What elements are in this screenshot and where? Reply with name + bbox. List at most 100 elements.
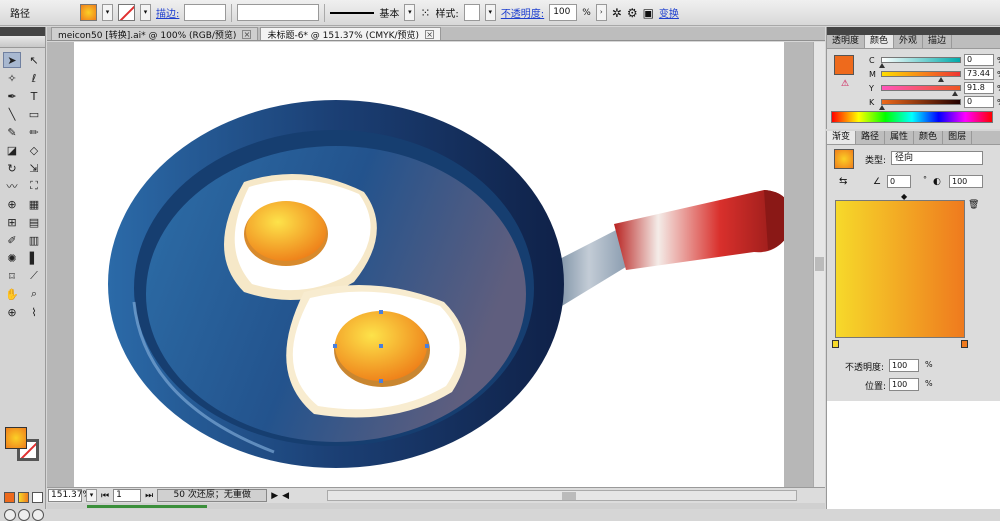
tab-paths[interactable]: 路径 xyxy=(856,131,886,144)
cyan-value[interactable]: 0 xyxy=(964,54,994,66)
vertical-scroll-thumb[interactable] xyxy=(815,257,824,271)
perspective-grid-tool-icon[interactable]: ▦ xyxy=(25,196,43,212)
tab-appearance[interactable]: 外观 xyxy=(894,35,924,48)
stroke-link[interactable]: 描边: xyxy=(156,5,179,20)
transform-link[interactable]: 变换 xyxy=(659,5,679,20)
blend-tool-icon[interactable]: ▥ xyxy=(25,232,43,248)
tab-stroke[interactable]: 描边 xyxy=(923,35,953,48)
rectangle-tool-icon[interactable]: ▭ xyxy=(25,106,43,122)
close-icon[interactable]: × xyxy=(242,29,252,39)
type-tool-icon[interactable]: T xyxy=(25,88,43,104)
out-of-gamut-icon[interactable]: ⚠ xyxy=(841,79,849,89)
fill-dropdown-icon[interactable]: ▾ xyxy=(102,4,113,21)
reverse-gradient-icon[interactable]: ⇆ xyxy=(839,176,847,187)
tab-document-1[interactable]: meicon50 [转换].ai* @ 100% (RGB/预览) × xyxy=(51,27,259,41)
vertical-scrollbar[interactable] xyxy=(813,42,825,487)
zoom-field[interactable]: 151.37% xyxy=(48,489,91,502)
stroke-weight-field[interactable] xyxy=(184,4,227,21)
zoom-dropdown-icon[interactable]: ▾ xyxy=(86,489,97,502)
hand-tool-icon[interactable]: ✋ xyxy=(3,286,21,302)
tab-attributes[interactable]: 属性 xyxy=(885,131,915,144)
artboard-tool-icon[interactable]: ⌑ xyxy=(3,268,21,284)
fill-swatch[interactable] xyxy=(80,4,97,21)
location-field[interactable]: 100 xyxy=(889,378,919,391)
stop-opacity-field[interactable]: 100 xyxy=(889,359,919,372)
crosshair-icon[interactable]: ⊕ xyxy=(3,304,21,320)
current-color-swatch[interactable] xyxy=(834,55,854,75)
opacity-link[interactable]: 不透明度: xyxy=(501,5,544,20)
tab-document-2[interactable]: 未标题-6* @ 151.37% (CMYK/预览) × xyxy=(260,27,442,41)
aspect-field[interactable]: 100 xyxy=(949,175,983,188)
slice-tool-icon[interactable]: ⟋ xyxy=(25,268,43,284)
horizontal-scroll-thumb[interactable] xyxy=(562,492,576,500)
blob-brush-tool-icon[interactable]: ◪ xyxy=(3,142,21,158)
gradient-mode-icon[interactable] xyxy=(18,492,29,503)
variable-width-field[interactable] xyxy=(237,4,320,21)
magenta-value[interactable]: 73.44 xyxy=(964,68,994,80)
canvas-workspace[interactable] xyxy=(47,42,813,487)
yellow-value[interactable]: 91.8 xyxy=(964,82,994,94)
artboard[interactable] xyxy=(74,42,791,487)
type-select[interactable]: 径向 xyxy=(891,151,983,165)
first-artboard-icon[interactable]: ⏮ xyxy=(101,491,109,501)
gradient-stop-end[interactable] xyxy=(961,340,968,348)
opacity-dropdown-icon[interactable]: › xyxy=(595,4,607,21)
tab-color[interactable]: 颜色 xyxy=(865,35,895,48)
column-graph-tool-icon[interactable]: ▌ xyxy=(25,250,43,266)
free-transform-tool-icon[interactable]: ⛶ xyxy=(25,178,43,194)
stroke-swatch[interactable] xyxy=(118,4,135,21)
stroke-profile[interactable]: 基本 xyxy=(379,5,399,20)
yellow-slider[interactable] xyxy=(881,85,961,96)
tab-gradient[interactable]: 渐变 xyxy=(827,131,857,144)
scroll-left-icon[interactable]: ◀ xyxy=(282,491,289,501)
gear-icon[interactable]: ⚙ xyxy=(627,6,638,20)
delete-stop-icon[interactable]: 🗑 xyxy=(968,200,979,210)
black-value[interactable]: 0 xyxy=(964,96,994,108)
magenta-slider[interactable] xyxy=(881,71,961,82)
tab-color-guide[interactable]: 颜色 xyxy=(914,131,944,144)
gradient-stop-start[interactable] xyxy=(832,340,839,348)
direct-selection-tool-icon[interactable]: ↖ xyxy=(25,52,43,68)
eyedropper-tool-icon[interactable]: ✐ xyxy=(3,232,21,248)
eraser-tool-icon[interactable]: ◇ xyxy=(25,142,43,158)
brush-icon[interactable]: ⁙ xyxy=(420,6,430,20)
fill-stroke-widget[interactable] xyxy=(5,427,41,463)
close-icon[interactable]: × xyxy=(425,29,435,39)
magic-wand-tool-icon[interactable]: ✧ xyxy=(3,70,21,86)
cyan-slider[interactable] xyxy=(879,57,961,68)
align-icon[interactable]: ▣ xyxy=(643,6,654,20)
scale-tool-icon[interactable]: ⇲ xyxy=(25,160,43,176)
lasso-tool-icon[interactable]: ℓ xyxy=(25,70,43,86)
line-tool-icon[interactable]: ╲ xyxy=(3,106,21,122)
draw-inside-icon[interactable] xyxy=(32,509,44,521)
gradient-slider[interactable] xyxy=(835,200,965,338)
paintbrush-tool-icon[interactable]: ✎ xyxy=(3,124,21,140)
pen-tool-icon[interactable]: ✒ xyxy=(3,88,21,104)
tab-transparency[interactable]: 透明度 xyxy=(827,35,866,48)
selection-tool-icon[interactable]: ➤ xyxy=(3,52,21,68)
recolor-icon[interactable]: ✲ xyxy=(612,6,622,20)
next-artboard-icon[interactable]: ⏭ xyxy=(145,491,153,501)
stroke-dropdown-icon[interactable]: ▾ xyxy=(140,4,151,21)
none-mode-icon[interactable] xyxy=(32,492,43,503)
rotate-tool-icon[interactable]: ↻ xyxy=(3,160,21,176)
gradient-preview[interactable] xyxy=(834,149,854,169)
shape-builder-tool-icon[interactable]: ⊕ xyxy=(3,196,21,212)
color-mode-icon[interactable] xyxy=(4,492,15,503)
warp-tool-icon[interactable]: 〰 xyxy=(3,178,21,194)
status-menu-icon[interactable]: ▶ xyxy=(271,491,278,501)
tab-layers[interactable]: 图层 xyxy=(943,131,973,144)
draw-normal-icon[interactable] xyxy=(4,509,16,521)
fill-box[interactable] xyxy=(5,427,27,449)
black-slider[interactable] xyxy=(879,99,961,110)
zoom-tool-icon[interactable]: ⌕ xyxy=(25,286,43,302)
style-dropdown-icon[interactable]: ▾ xyxy=(484,4,496,21)
artboard-field[interactable]: 1 xyxy=(113,489,142,502)
horizontal-scrollbar[interactable] xyxy=(327,490,797,501)
profile-dropdown-icon[interactable]: ▾ xyxy=(404,4,416,21)
mesh-tool-icon[interactable]: ⊞ xyxy=(3,214,21,230)
width-tool-icon[interactable]: ⌇ xyxy=(25,304,43,320)
draw-behind-icon[interactable] xyxy=(18,509,30,521)
gradient-tool-icon[interactable]: ▤ xyxy=(25,214,43,230)
opacity-field[interactable]: 100 xyxy=(549,4,578,21)
